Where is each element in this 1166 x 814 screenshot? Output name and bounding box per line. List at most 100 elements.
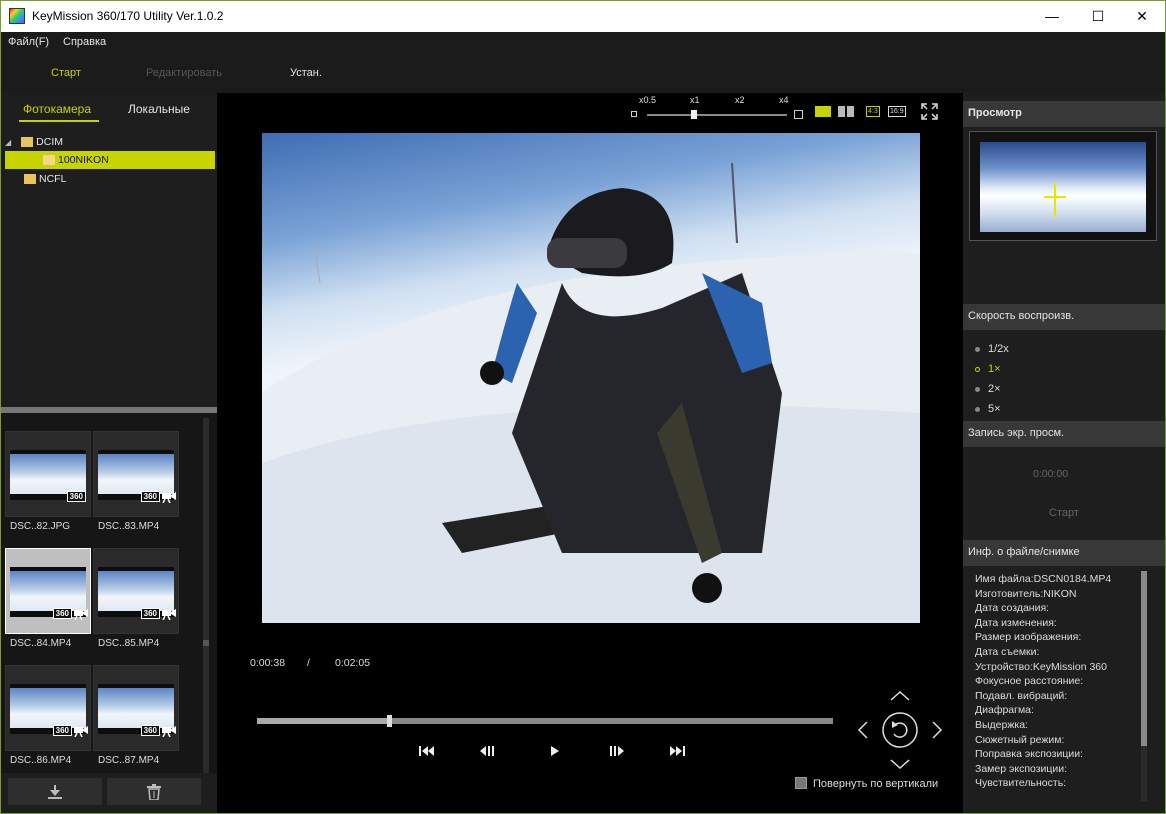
zoom-in-icon[interactable] xyxy=(794,110,803,119)
info-line: Диафрагма: xyxy=(975,704,1034,716)
skip-start-icon[interactable] xyxy=(415,743,439,759)
single-view-button[interactable] xyxy=(815,106,831,117)
folder-icon xyxy=(24,174,36,184)
video-camera-icon xyxy=(162,726,176,737)
menu-file[interactable]: Файл(F) xyxy=(8,36,49,48)
info-line: Замер экспозиции: xyxy=(975,763,1068,775)
trash-icon xyxy=(147,783,161,800)
rotate-vertical-label[interactable]: Повернуть по вертикали xyxy=(813,778,938,790)
aspect-4-3-button[interactable]: 4:3 xyxy=(866,106,880,117)
step-forward-icon[interactable] xyxy=(606,743,630,759)
preview-crosshair-icon xyxy=(1044,182,1066,217)
preview-image xyxy=(980,142,1146,232)
badge-360: 360 xyxy=(140,491,160,502)
thumbnail[interactable]: 360 xyxy=(93,431,179,517)
tab-settings[interactable]: Устан. xyxy=(290,67,322,79)
info-line: Устройство:KeyMission 360 xyxy=(975,661,1107,673)
active-tab-indicator xyxy=(19,120,99,122)
time-separator: / xyxy=(307,657,310,669)
preview-panel[interactable] xyxy=(969,131,1157,241)
badge-360: 360 xyxy=(140,725,160,736)
thumbnail-scrollbar[interactable] xyxy=(203,418,209,773)
left-panel: Фотокамера Локальные ◢ DCIM 100NIKON NCF… xyxy=(1,93,217,813)
app-logo-icon xyxy=(9,8,25,24)
video-camera-icon xyxy=(162,492,176,503)
menu-bar: Файл(F) Справка xyxy=(1,32,1165,54)
step-back-icon[interactable] xyxy=(474,743,498,759)
thumbnail[interactable]: 360 xyxy=(93,665,179,751)
radio-icon xyxy=(975,346,980,352)
thumbnail-label: DSC..83.MP4 xyxy=(98,521,160,532)
download-button[interactable] xyxy=(8,778,102,805)
speed-option-label: 2× xyxy=(988,383,1001,395)
video-frame[interactable] xyxy=(262,133,920,623)
speed-option-label: 5× xyxy=(988,403,1001,415)
view-navigation-pad[interactable] xyxy=(855,688,945,778)
seek-bar-knob[interactable] xyxy=(387,715,393,727)
thumbnail[interactable]: 360 xyxy=(93,548,179,634)
tree-item-label: 100NIKON xyxy=(58,154,109,166)
expand-arrow-icon[interactable]: ◢ xyxy=(5,138,11,147)
right-panel: Просмотр Скорость воспроизв. 1/2x 1× 2× … xyxy=(963,93,1165,813)
scrollbar-thumb[interactable] xyxy=(203,640,209,646)
speed-option-5x[interactable]: 5× xyxy=(975,402,1001,416)
radio-selected-icon xyxy=(975,366,980,372)
zoom-label: x4 xyxy=(779,95,789,105)
app-window: KeyMission 360/170 Utility Ver.1.0.2 — ☐… xyxy=(0,0,1166,814)
video-camera-icon xyxy=(74,609,88,620)
info-line: Имя файла:DSCN0184.MP4 xyxy=(975,573,1112,585)
thumbnail[interactable]: 360 xyxy=(5,665,91,751)
speed-header: Скорость воспроизв. xyxy=(963,304,1165,330)
speed-option-2x[interactable]: 2× xyxy=(975,382,1001,396)
speed-option-label: 1× xyxy=(988,363,1001,375)
menu-help[interactable]: Справка xyxy=(63,36,106,48)
current-time: 0:00:38 xyxy=(250,657,286,669)
speed-option-label: 1/2x xyxy=(988,343,1009,355)
thumbnail-selected[interactable]: 360 xyxy=(5,548,91,634)
radio-icon xyxy=(975,406,980,412)
record-header: Запись экр. просм. xyxy=(963,421,1165,447)
info-line: Дата изменения: xyxy=(975,617,1057,629)
zoom-label: x0.5 xyxy=(639,95,657,105)
seek-bar[interactable] xyxy=(257,715,833,727)
tab-edit[interactable]: Редактировать xyxy=(146,67,222,79)
dual-view-button-right[interactable] xyxy=(847,106,854,117)
speed-option-half[interactable]: 1/2x xyxy=(975,342,1009,356)
skip-end-icon[interactable] xyxy=(665,743,689,759)
seek-bar-progress xyxy=(257,718,390,724)
tree-item-dcim[interactable]: ◢ DCIM xyxy=(5,133,215,151)
maximize-button[interactable]: ☐ xyxy=(1075,1,1121,31)
info-line: Размер изображения: xyxy=(975,631,1082,643)
zoom-label: x2 xyxy=(735,95,745,105)
info-scrollbar[interactable] xyxy=(1141,571,1147,801)
delete-button[interactable] xyxy=(107,778,201,805)
rotate-vertical-checkbox[interactable] xyxy=(795,777,807,789)
minimize-button[interactable]: — xyxy=(1029,1,1075,31)
zoom-slider[interactable] xyxy=(647,114,787,116)
scrollbar-thumb[interactable] xyxy=(1141,571,1147,746)
zoom-out-icon[interactable] xyxy=(631,111,637,117)
thumbnail-label: DSC..86.MP4 xyxy=(10,755,72,766)
speed-option-1x[interactable]: 1× xyxy=(975,362,1001,376)
thumbnail-label: DSC..85.MP4 xyxy=(98,638,160,649)
dual-view-button-left[interactable] xyxy=(838,106,845,117)
info-line: Поправка экспозиции: xyxy=(975,748,1083,760)
record-start-button[interactable]: Старт xyxy=(1049,507,1079,519)
folder-icon xyxy=(21,137,34,147)
tab-local[interactable]: Локальные xyxy=(128,102,190,116)
main-tabs: Старт Редактировать Устан. xyxy=(1,54,1165,93)
tree-item-ncfl[interactable]: NCFL xyxy=(5,170,215,188)
tab-camera[interactable]: Фотокамера xyxy=(23,102,91,116)
folder-icon xyxy=(43,155,55,165)
thumbnail[interactable]: 360 xyxy=(5,431,91,517)
pan-up-icon xyxy=(890,690,910,701)
info-line: Чувствительность: xyxy=(975,777,1067,789)
play-icon[interactable] xyxy=(543,743,567,759)
zoom-slider-knob[interactable] xyxy=(691,110,697,119)
total-time: 0:02:05 xyxy=(335,657,371,669)
close-button[interactable]: ✕ xyxy=(1119,1,1165,31)
aspect-16-9-button[interactable]: 16:9 xyxy=(888,106,906,117)
tree-item-100nikon[interactable]: 100NIKON xyxy=(5,151,215,169)
tab-start[interactable]: Старт xyxy=(51,67,81,79)
fullscreen-icon[interactable] xyxy=(921,103,938,120)
